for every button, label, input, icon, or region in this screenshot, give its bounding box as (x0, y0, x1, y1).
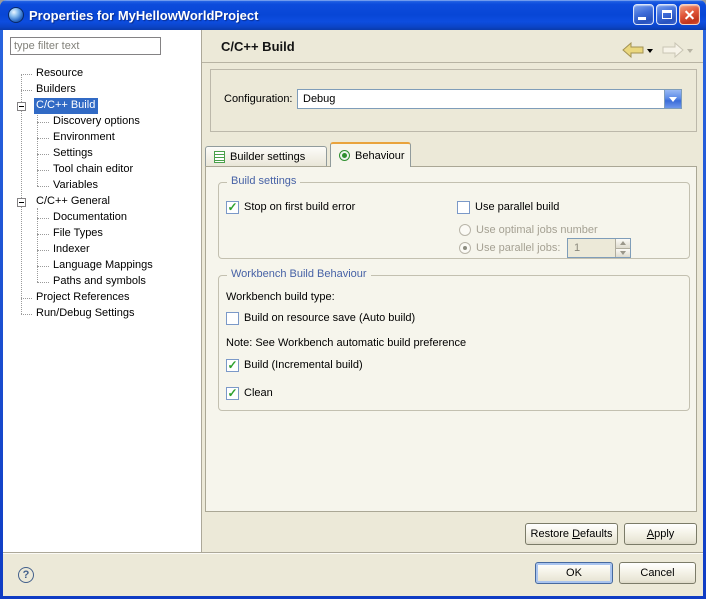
tree-item-language-mappings[interactable]: Language Mappings (3, 258, 199, 274)
group-title: Build settings (227, 175, 300, 187)
checkbox-label: Stop on first build error (244, 201, 355, 213)
configuration-select[interactable]: Debug (297, 89, 682, 109)
tree-item-settings[interactable]: Settings (3, 146, 199, 162)
behaviour-tab-panel: Build settings ✓ Stop on first build err… (205, 166, 697, 512)
header-separator (202, 62, 703, 63)
tree-item-environment[interactable]: Environment (3, 130, 199, 146)
use-parallel-build-checkbox[interactable] (457, 201, 470, 214)
tree-item-resource[interactable]: Resource (3, 66, 199, 82)
radio-dot-icon (463, 246, 467, 250)
help-icon[interactable]: ? (18, 567, 34, 583)
spinner-up-button (616, 239, 630, 248)
tab-label: Behaviour (355, 150, 405, 162)
history-nav (622, 42, 693, 58)
check-icon: ✓ (227, 360, 237, 370)
maximize-button[interactable] (656, 4, 677, 25)
tab-label: Builder settings (230, 151, 305, 163)
preferences-tree: Resource Builders C/C++ Build Discovery … (3, 66, 199, 322)
eclipse-logo-icon (8, 7, 24, 23)
configuration-label: Configuration: (224, 93, 293, 105)
stop-on-first-build-error-checkbox[interactable]: ✓ (226, 201, 239, 214)
radio-label: Use parallel jobs: (476, 242, 560, 254)
parallel-jobs-spinner: 1 (567, 238, 631, 258)
forward-dropdown-icon (687, 49, 693, 53)
tree-item-file-types[interactable]: File Types (3, 226, 199, 242)
dialog-footer: ? OK Cancel (3, 552, 703, 596)
tree-item-discovery-options[interactable]: Discovery options (3, 114, 199, 130)
checkbox-label: Clean (244, 387, 273, 399)
forward-arrow-icon (662, 42, 684, 58)
tree-item-run-debug-settings[interactable]: Run/Debug Settings (3, 306, 199, 322)
apply-button[interactable]: Apply (624, 523, 697, 545)
build-incremental-checkbox[interactable]: ✓ (226, 359, 239, 372)
page-title: C/C++ Build (221, 39, 295, 54)
back-arrow-icon[interactable] (622, 42, 644, 58)
tree-item-documentation[interactable]: Documentation (3, 210, 199, 226)
use-parallel-jobs-radio (459, 242, 471, 254)
tree-item-cpp-general[interactable]: C/C++ General (3, 194, 199, 210)
spinner-up-icon (620, 241, 626, 245)
workbench-build-type-label: Workbench build type: (226, 291, 335, 303)
check-icon: ✓ (227, 202, 237, 212)
checkbox-label: Build (Incremental build) (244, 359, 363, 371)
window-title: Properties for MyHellowWorldProject (29, 8, 258, 23)
builder-settings-icon (214, 151, 225, 163)
maximize-icon (662, 10, 672, 19)
collapse-icon[interactable] (17, 102, 26, 111)
build-on-resource-save-checkbox[interactable] (226, 312, 239, 325)
group-title: Workbench Build Behaviour (227, 268, 371, 280)
workbench-note: Note: See Workbench automatic build pref… (226, 337, 466, 349)
filter-input[interactable] (10, 37, 161, 55)
collapse-icon[interactable] (17, 198, 26, 207)
preferences-sidebar: Resource Builders C/C++ Build Discovery … (3, 30, 201, 552)
tree-item-project-references[interactable]: Project References (3, 290, 199, 306)
checkbox-label: Build on resource save (Auto build) (244, 312, 415, 324)
check-icon: ✓ (227, 388, 237, 398)
tree-item-indexer[interactable]: Indexer (3, 242, 199, 258)
spinner-value: 1 (568, 239, 615, 257)
restore-defaults-button[interactable]: Restore Defaults (525, 523, 618, 545)
dialog-body: Resource Builders C/C++ Build Discovery … (3, 30, 703, 596)
cancel-button[interactable]: Cancel (619, 562, 696, 584)
cpp-build-page: C/C++ Build Configuration: Debug (202, 30, 703, 552)
checkbox-label: Use parallel build (475, 201, 559, 213)
configuration-section: Configuration: Debug (210, 69, 697, 132)
chevron-down-icon (669, 97, 677, 102)
spinner-down-button (616, 248, 630, 258)
tree-item-paths-and-symbols[interactable]: Paths and symbols (3, 274, 199, 290)
combo-dropdown-button[interactable] (664, 90, 681, 108)
tab-behaviour[interactable]: Behaviour (330, 142, 411, 167)
title-bar[interactable]: Properties for MyHellowWorldProject (0, 0, 706, 30)
minimize-icon (638, 17, 646, 20)
tree-item-cpp-build[interactable]: C/C++ Build (3, 98, 199, 114)
radio-label: Use optimal jobs number (476, 224, 598, 236)
build-settings-group: Build settings ✓ Stop on first build err… (218, 182, 690, 259)
behaviour-icon (339, 150, 350, 161)
properties-dialog: Properties for MyHellowWorldProject Reso… (0, 0, 706, 599)
minimize-button[interactable] (633, 4, 654, 25)
spinner-down-icon (620, 251, 626, 255)
workbench-build-behaviour-group: Workbench Build Behaviour Workbench buil… (218, 275, 690, 411)
tree-item-tool-chain-editor[interactable]: Tool chain editor (3, 162, 199, 178)
tab-builder-settings[interactable]: Builder settings (205, 146, 327, 167)
tree-item-variables[interactable]: Variables (3, 178, 199, 194)
clean-checkbox[interactable]: ✓ (226, 387, 239, 400)
tree-item-builders[interactable]: Builders (3, 82, 199, 98)
back-dropdown-icon[interactable] (647, 49, 653, 53)
close-button[interactable] (679, 4, 700, 25)
use-optimal-jobs-radio (459, 224, 471, 236)
ok-button[interactable]: OK (535, 562, 613, 584)
configuration-value: Debug (298, 93, 664, 105)
